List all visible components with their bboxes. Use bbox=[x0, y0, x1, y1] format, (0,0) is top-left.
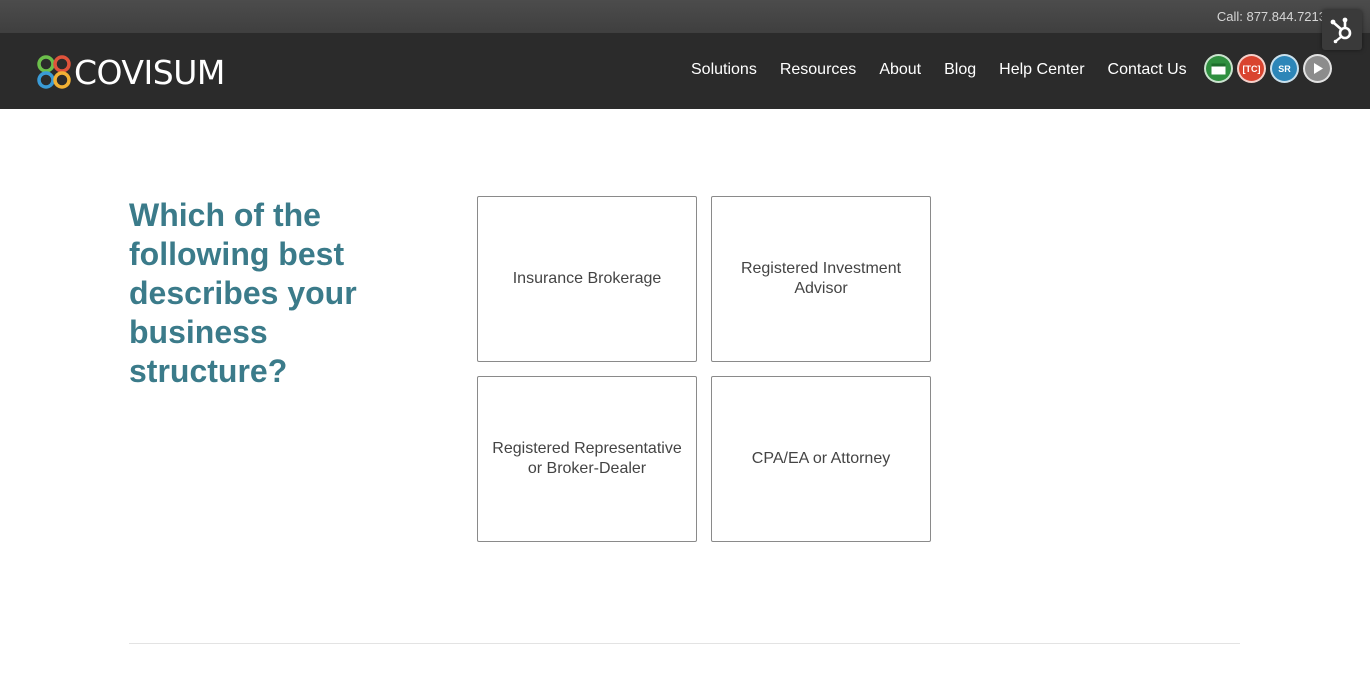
option-label: CPA/EA or Attorney bbox=[751, 450, 891, 467]
tc-icon[interactable]: [TC] bbox=[1237, 54, 1266, 83]
primary-nav: Solutions Resources About Blog Help Cent… bbox=[691, 61, 1187, 79]
nav-help-center[interactable]: Help Center bbox=[999, 61, 1084, 79]
play-icon[interactable] bbox=[1303, 54, 1332, 83]
option-label: Registered Representative or Broker-Deal… bbox=[492, 440, 682, 477]
footer-divider bbox=[129, 643, 1240, 644]
nav-solutions[interactable]: Solutions bbox=[691, 61, 757, 79]
nav-resources[interactable]: Resources bbox=[780, 61, 856, 79]
nav-blog[interactable]: Blog bbox=[944, 61, 976, 79]
option-insurance-brokerage[interactable]: Insurance Brokerage bbox=[477, 196, 697, 362]
main-navbar: COVISUM Solutions Resources About Blog H… bbox=[0, 33, 1370, 109]
sr-badge-label: SR bbox=[1278, 63, 1291, 74]
calendar-icon[interactable] bbox=[1204, 54, 1233, 83]
tc-badge-label: [TC] bbox=[1242, 63, 1261, 74]
option-label: Insurance Brokerage bbox=[512, 270, 662, 287]
sr-icon[interactable]: SR bbox=[1270, 54, 1299, 83]
nav-about[interactable]: About bbox=[879, 61, 921, 79]
brand-name: COVISUM bbox=[74, 52, 225, 92]
covisum-logo-icon bbox=[37, 55, 71, 89]
phone-number[interactable]: Call: 877.844.7213 bbox=[1217, 9, 1326, 24]
top-bar: Call: 877.844.7213 bbox=[0, 0, 1370, 33]
option-registered-investment-advisor[interactable]: Registered Investment Advisor bbox=[711, 196, 931, 362]
option-registered-representative[interactable]: Registered Representative or Broker-Deal… bbox=[477, 376, 697, 542]
option-label: Registered Investment Advisor bbox=[740, 260, 902, 297]
hubspot-sprocket-button[interactable] bbox=[1322, 10, 1362, 50]
question-heading: Which of the following best describes yo… bbox=[129, 197, 357, 389]
option-cpa-ea-attorney[interactable]: CPA/EA or Attorney bbox=[711, 376, 931, 542]
hubspot-sprocket-icon bbox=[1330, 17, 1352, 44]
nav-contact-us[interactable]: Contact Us bbox=[1108, 61, 1187, 79]
app-badges: [TC] SR bbox=[1204, 54, 1336, 83]
covisum-logo[interactable]: COVISUM bbox=[36, 52, 225, 92]
